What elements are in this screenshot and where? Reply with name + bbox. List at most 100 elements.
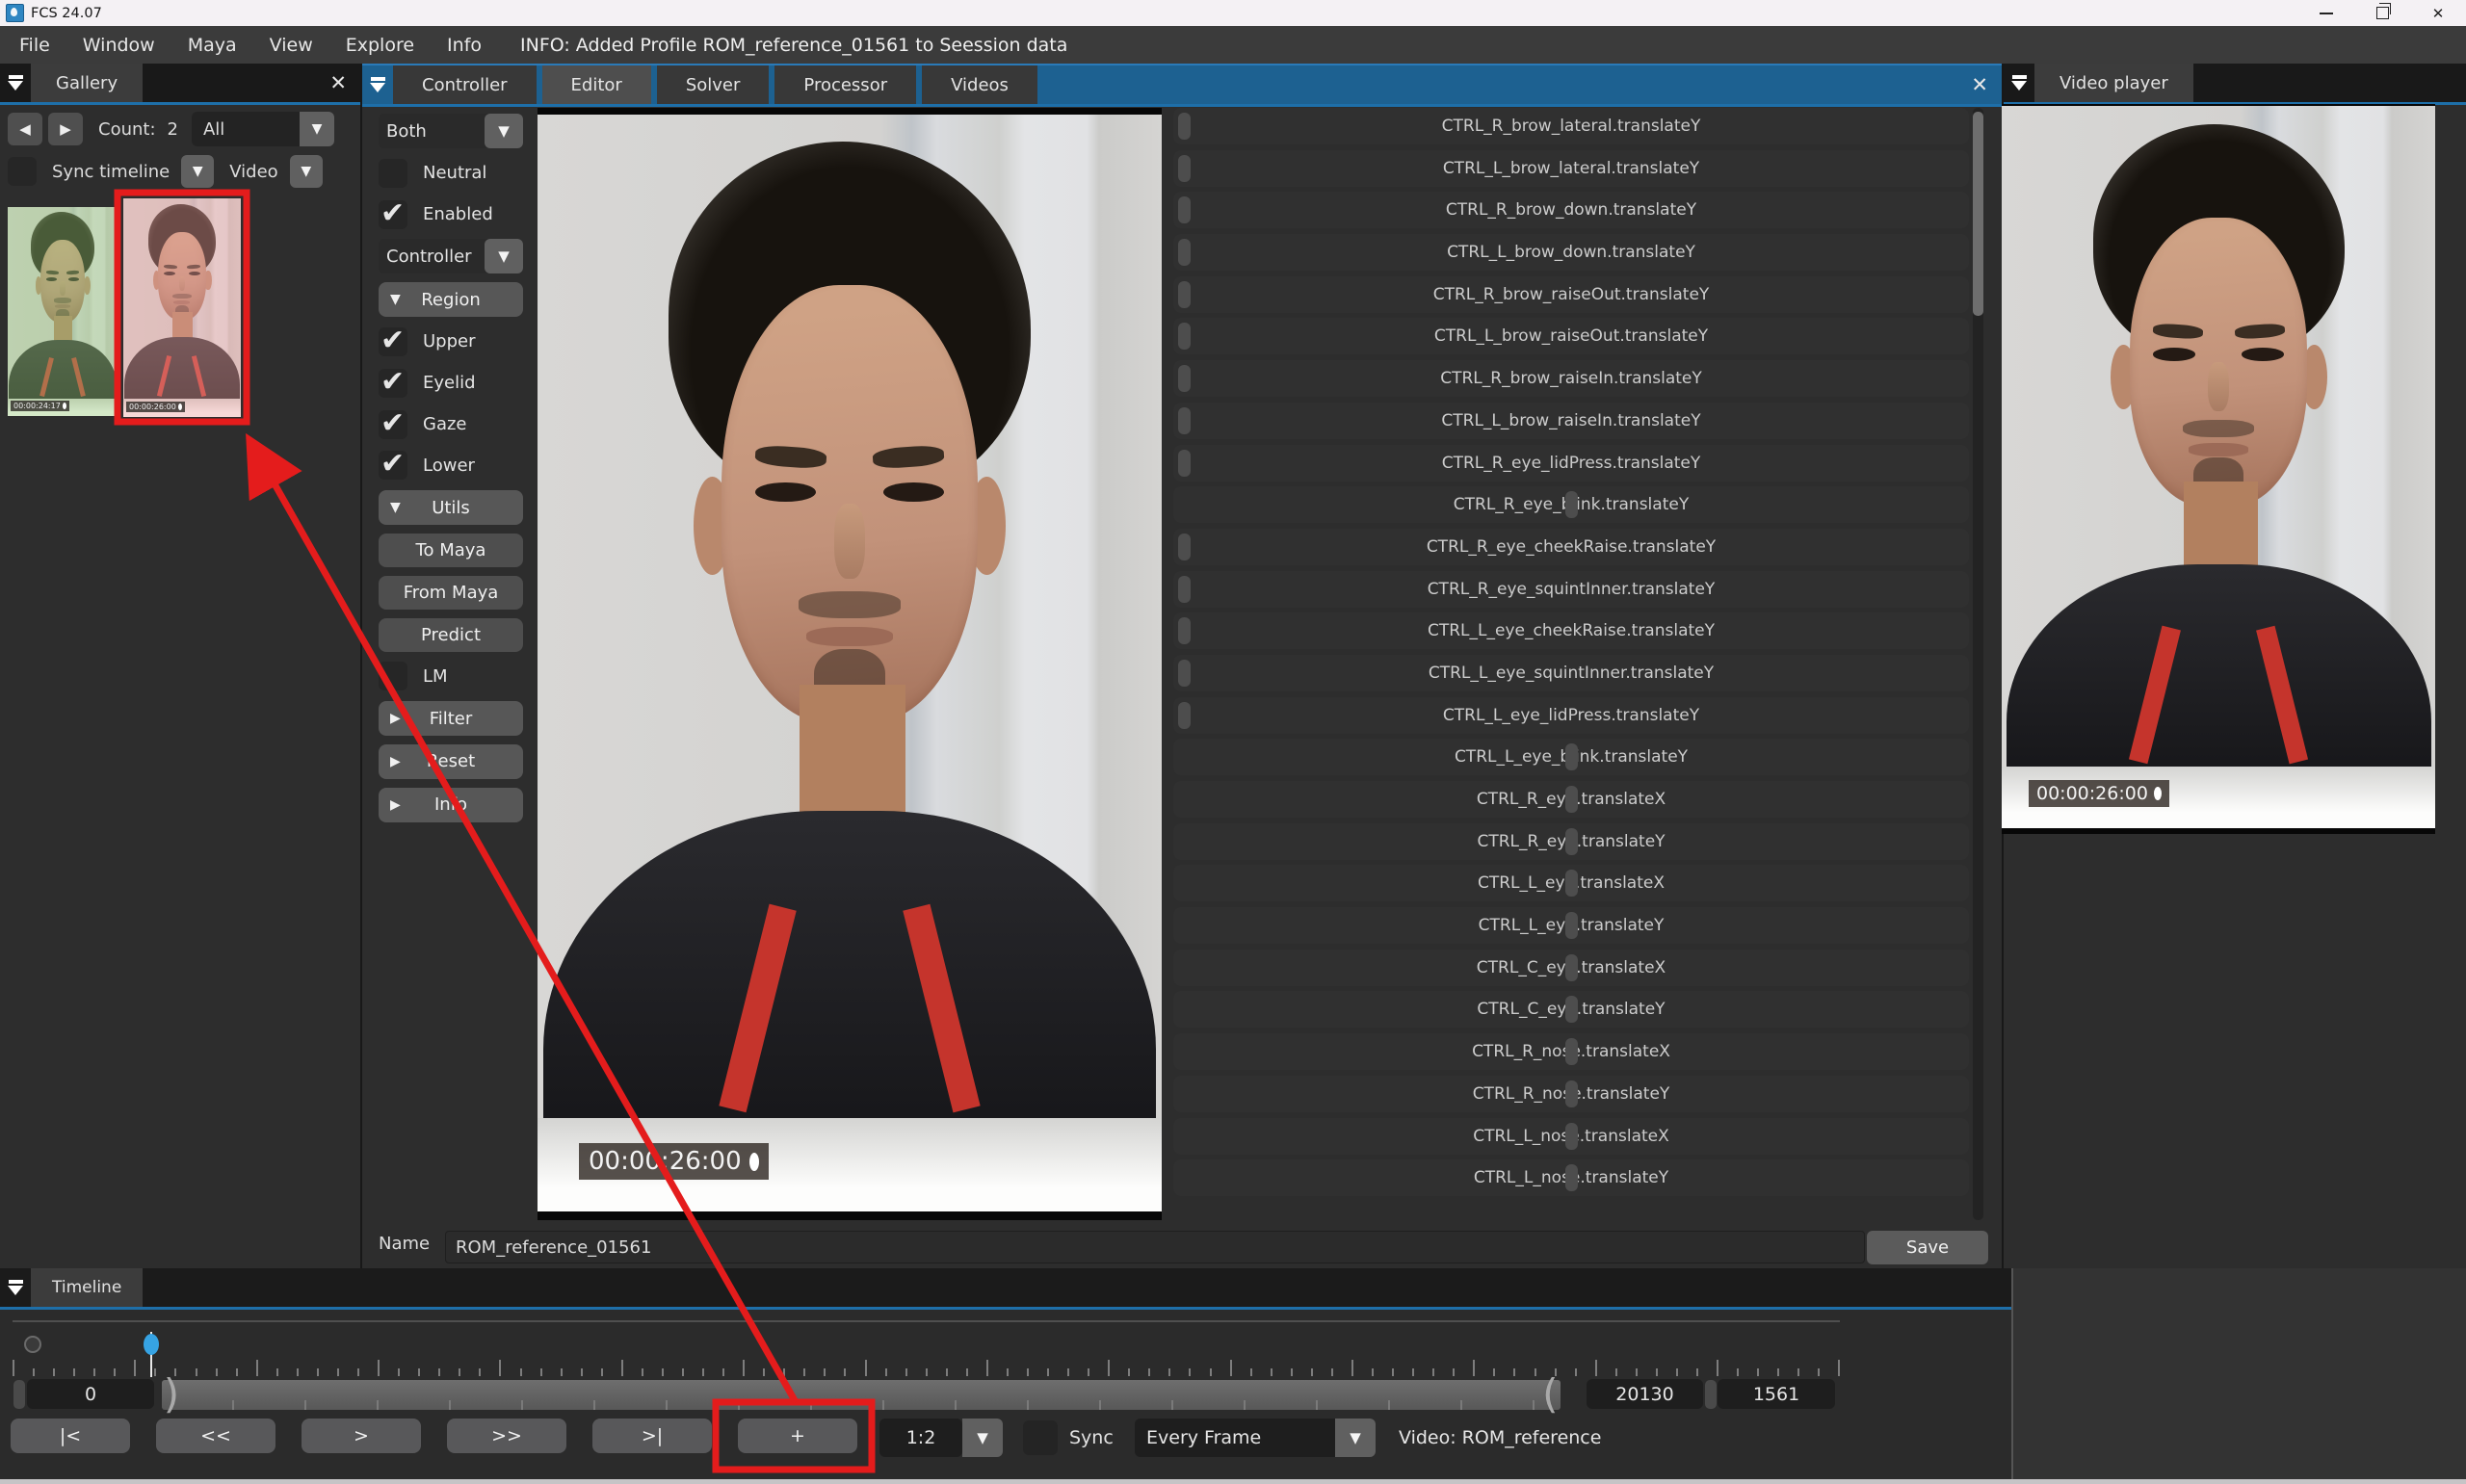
- range-left-grip[interactable]: [13, 1380, 25, 1409]
- param-row[interactable]: CTRL_R_eye.translateY: [1173, 822, 1969, 860]
- timeline-scroll-track[interactable]: [162, 1380, 1561, 1410]
- sync-timeline-checkbox[interactable]: [8, 157, 37, 186]
- param-slider-handle[interactable]: [1178, 575, 1191, 603]
- controller-close-icon[interactable]: ✕: [1957, 65, 2002, 104]
- param-slider-handle[interactable]: [1564, 1122, 1578, 1150]
- param-row[interactable]: CTRL_L_brow_down.translateY: [1173, 234, 1969, 272]
- param-row[interactable]: CTRL_L_eye_squintInner.translateY: [1173, 654, 1969, 691]
- gallery-video-dropdown-icon[interactable]: ▼: [289, 155, 323, 188]
- tab-processor[interactable]: Processor: [774, 65, 917, 104]
- param-slider-handle[interactable]: [1564, 1080, 1578, 1107]
- param-row[interactable]: CTRL_C_eye.translateX: [1173, 949, 1969, 986]
- both-select[interactable]: Both ▼: [379, 114, 523, 148]
- step-dropdown-icon[interactable]: ▼: [962, 1419, 1003, 1457]
- range-end-field[interactable]: 20130: [1587, 1379, 1703, 1409]
- param-slider-handle[interactable]: [1178, 533, 1191, 560]
- gallery-thumbnail[interactable]: 00:00:24:17: [8, 207, 118, 416]
- add-profile-button[interactable]: +: [738, 1419, 857, 1453]
- range-grip-start-icon[interactable]: ): [160, 1374, 184, 1415]
- tab-editor[interactable]: Editor: [541, 65, 651, 104]
- param-row[interactable]: CTRL_R_eye_cheekRaise.translateY: [1173, 528, 1969, 565]
- range-right-grip[interactable]: [1705, 1380, 1717, 1409]
- fast-back-button[interactable]: <<: [156, 1419, 275, 1453]
- info-expander[interactable]: ▶ Info: [379, 787, 523, 822]
- param-row[interactable]: CTRL_R_brow_down.translateY: [1173, 192, 1969, 229]
- menu-item-explore[interactable]: Explore: [346, 35, 414, 56]
- jump-start-button[interactable]: |<: [11, 1419, 130, 1453]
- current-frame-field[interactable]: 1561: [1718, 1379, 1835, 1409]
- param-row[interactable]: CTRL_L_brow_raiseIn.translateY: [1173, 402, 1969, 439]
- restore-button[interactable]: [2354, 0, 2410, 26]
- sync-checkbox[interactable]: [1023, 1420, 1058, 1455]
- close-button[interactable]: ✕: [2410, 0, 2466, 26]
- lower-checkbox[interactable]: [379, 447, 407, 481]
- timeline-filter-icon[interactable]: [0, 1268, 31, 1307]
- playhead-handle[interactable]: [144, 1334, 159, 1355]
- fast-forward-button[interactable]: >>: [447, 1419, 566, 1453]
- minimize-button[interactable]: [2298, 0, 2354, 26]
- gallery-prev-button[interactable]: ◀: [8, 113, 42, 145]
- param-row[interactable]: CTRL_L_eye.translateY: [1173, 907, 1969, 945]
- param-slider-handle[interactable]: [1178, 154, 1191, 182]
- param-slider-handle[interactable]: [1564, 996, 1578, 1024]
- region-expander[interactable]: ▼ Region: [379, 282, 523, 318]
- tab-timeline[interactable]: Timeline: [31, 1268, 144, 1307]
- param-row[interactable]: CTRL_R_nose.translateY: [1173, 1075, 1969, 1112]
- param-row[interactable]: CTRL_R_eye_squintInner.translateY: [1173, 570, 1969, 608]
- gallery-close-icon[interactable]: ✕: [316, 64, 360, 102]
- param-row[interactable]: CTRL_L_nose.translateY: [1173, 1159, 1969, 1197]
- range-start-field[interactable]: 0: [27, 1379, 154, 1409]
- neutral-checkbox[interactable]: [379, 158, 407, 188]
- eyelid-checkbox[interactable]: [379, 365, 407, 399]
- gallery-next-button[interactable]: ▶: [48, 113, 83, 145]
- tab-solver[interactable]: Solver: [656, 65, 770, 104]
- param-row[interactable]: CTRL_C_eye.translateY: [1173, 991, 1969, 1028]
- param-slider-handle[interactable]: [1178, 196, 1191, 224]
- controller-filter-icon[interactable]: [362, 65, 393, 104]
- param-slider-handle[interactable]: [1178, 449, 1191, 477]
- param-slider-handle[interactable]: [1178, 280, 1191, 308]
- controller-select[interactable]: Controller ▼: [379, 239, 523, 274]
- param-row[interactable]: CTRL_L_brow_raiseOut.translateY: [1173, 318, 1969, 355]
- step-select[interactable]: 1:2: [879, 1419, 962, 1457]
- to-maya-button[interactable]: To Maya: [379, 533, 523, 567]
- from-maya-button[interactable]: From Maya: [379, 575, 523, 610]
- play-button[interactable]: >: [302, 1419, 421, 1453]
- param-list-scrollbar[interactable]: [1973, 108, 1983, 1220]
- menu-item-view[interactable]: View: [270, 35, 313, 56]
- sync-timeline-dropdown-icon[interactable]: ▼: [181, 155, 215, 188]
- range-grip-end-icon[interactable]: (: [1537, 1374, 1561, 1415]
- gallery-filter-icon[interactable]: [0, 64, 31, 102]
- param-slider-handle[interactable]: [1178, 323, 1191, 351]
- param-slider-handle[interactable]: [1564, 1164, 1578, 1192]
- gallery-filter-select[interactable]: All: [191, 112, 300, 146]
- param-slider-handle[interactable]: [1564, 827, 1578, 855]
- param-row[interactable]: CTRL_R_eye_lidPress.translateY: [1173, 444, 1969, 482]
- param-row[interactable]: CTRL_L_brow_lateral.translateY: [1173, 149, 1969, 187]
- tab-gallery[interactable]: Gallery: [31, 64, 144, 102]
- param-slider-handle[interactable]: [1178, 113, 1191, 140]
- menu-item-file[interactable]: File: [19, 35, 50, 56]
- param-row[interactable]: CTRL_L_eye.translateX: [1173, 865, 1969, 902]
- tab-controller[interactable]: Controller: [393, 65, 537, 104]
- param-row[interactable]: CTRL_L_eye_blink.translateY: [1173, 739, 1969, 776]
- param-slider-handle[interactable]: [1564, 912, 1578, 940]
- utils-expander[interactable]: ▼ Utils: [379, 490, 523, 526]
- gaze-checkbox[interactable]: [379, 406, 407, 440]
- param-slider-handle[interactable]: [1178, 617, 1191, 645]
- param-slider-handle[interactable]: [1564, 491, 1578, 519]
- profile-name-input[interactable]: [445, 1231, 1865, 1263]
- tab-video-player[interactable]: Video player: [2034, 64, 2193, 102]
- menu-item-maya[interactable]: Maya: [188, 35, 237, 56]
- frame-mode-dropdown-icon[interactable]: ▼: [1335, 1419, 1376, 1457]
- reset-expander[interactable]: ▶ Reset: [379, 743, 523, 779]
- param-slider-handle[interactable]: [1178, 406, 1191, 434]
- menu-item-window[interactable]: Window: [83, 35, 155, 56]
- param-row[interactable]: CTRL_R_nose.translateX: [1173, 1033, 1969, 1071]
- jump-end-button[interactable]: >|: [592, 1419, 712, 1453]
- param-row[interactable]: CTRL_R_brow_raiseOut.translateY: [1173, 275, 1969, 313]
- param-slider-handle[interactable]: [1564, 786, 1578, 813]
- param-row[interactable]: CTRL_R_brow_lateral.translateY: [1173, 108, 1969, 144]
- param-row[interactable]: CTRL_L_eye_lidPress.translateY: [1173, 696, 1969, 734]
- gallery-thumbnail-selected[interactable]: 00:00:26:00: [123, 198, 241, 417]
